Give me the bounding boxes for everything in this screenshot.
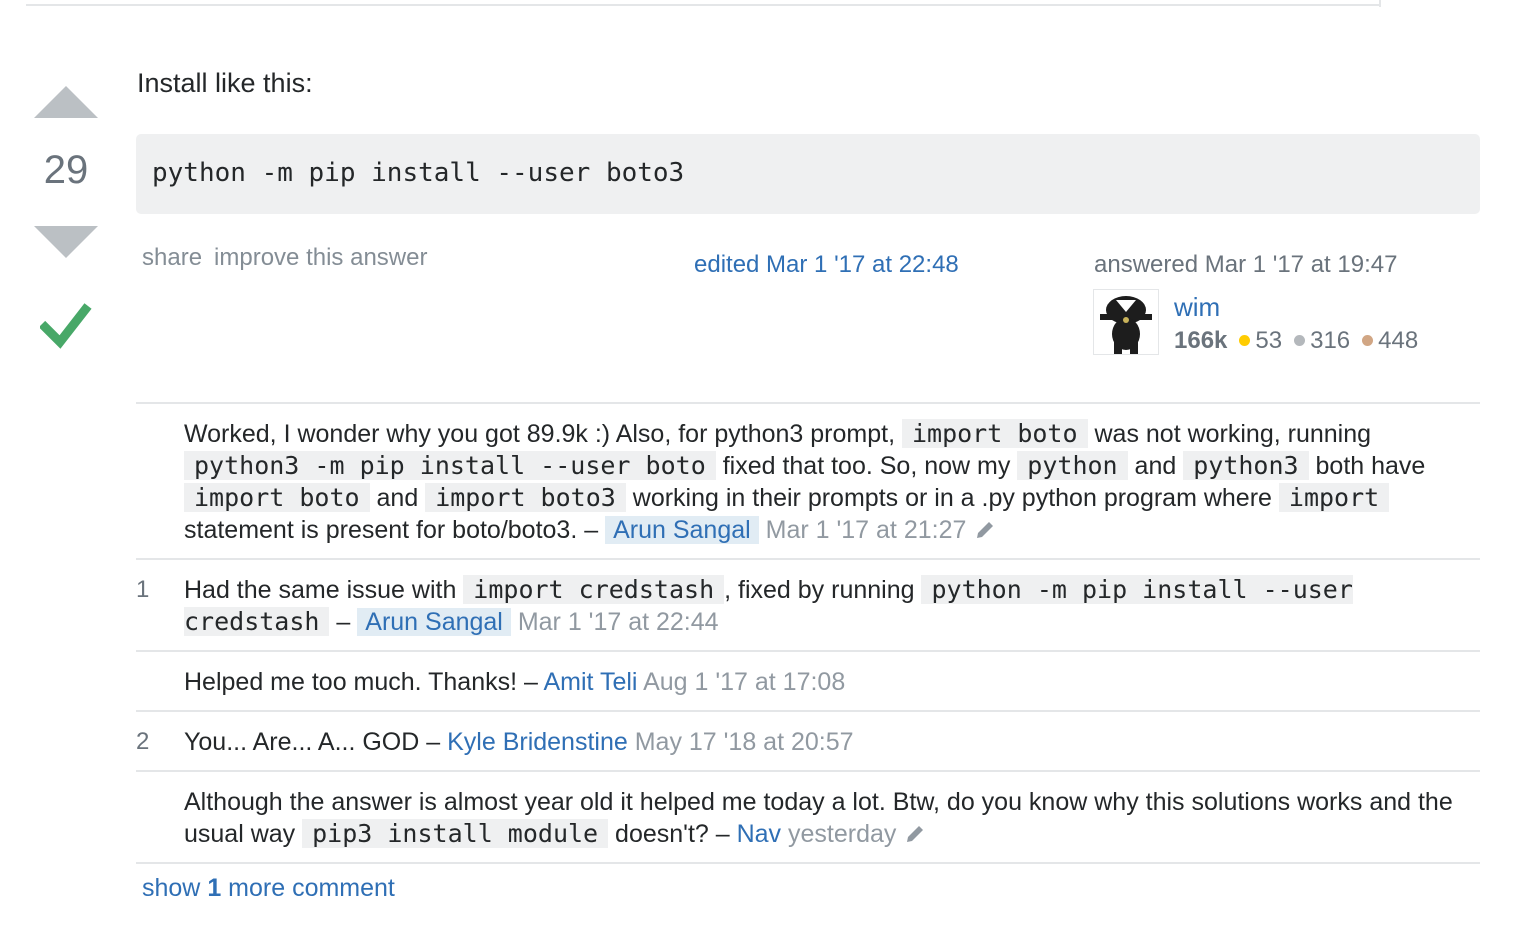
improve-answer-link[interactable]: improve this answer bbox=[214, 244, 427, 271]
comment: 1 Had the same issue with import credsta… bbox=[136, 560, 1480, 652]
inline-code: import boto bbox=[184, 483, 370, 512]
inline-code: import boto bbox=[901, 419, 1088, 448]
bronze-badges: 448 bbox=[1362, 327, 1418, 355]
post-menu: share improve this answer bbox=[142, 244, 427, 272]
inline-code: import bbox=[1278, 483, 1390, 512]
comment: 2 You... Are... A... GOD – Kyle Bridenst… bbox=[136, 712, 1480, 772]
inline-code: pip3 install module bbox=[302, 819, 609, 848]
badger-avatar-icon bbox=[1094, 290, 1158, 354]
top-divider-end bbox=[1379, 0, 1381, 7]
comment-date[interactable]: yesterday bbox=[788, 820, 896, 848]
gold-badges: 53 bbox=[1239, 327, 1282, 355]
comment-date[interactable]: Mar 1 '17 at 22:44 bbox=[518, 608, 719, 636]
comments-list: Worked, I wonder why you got 89.9k :) Al… bbox=[136, 402, 1480, 864]
user-name-link[interactable]: wim bbox=[1174, 292, 1220, 323]
inline-code: python3 -m pip install --user boto bbox=[184, 451, 716, 480]
upvote-arrow-icon[interactable] bbox=[34, 86, 98, 118]
comment-score: 1 bbox=[136, 576, 150, 603]
inline-code: python3 bbox=[1183, 451, 1309, 480]
silver-badges: 316 bbox=[1294, 327, 1350, 355]
comment-date[interactable]: Mar 1 '17 at 21:27 bbox=[766, 516, 967, 544]
gold-badge-icon bbox=[1239, 335, 1251, 346]
comment-date[interactable]: Aug 1 '17 at 17:08 bbox=[643, 668, 845, 696]
reputation-score: 166k bbox=[1174, 327, 1228, 354]
downvote-arrow-icon[interactable] bbox=[34, 226, 98, 258]
comment-user-link[interactable]: Arun Sangal bbox=[357, 608, 511, 636]
silver-badge-icon bbox=[1294, 335, 1306, 346]
inline-code: import boto3 bbox=[425, 483, 626, 512]
inline-code: import credstash bbox=[463, 575, 725, 604]
accepted-checkmark-icon bbox=[40, 303, 92, 349]
user-reputation: 166k 53 316 448 bbox=[1174, 327, 1418, 355]
comment-user-link[interactable]: Nav bbox=[737, 820, 781, 848]
comment: Worked, I wonder why you got 89.9k :) Al… bbox=[136, 404, 1480, 560]
user-avatar[interactable] bbox=[1094, 290, 1158, 354]
pencil-edit-icon bbox=[907, 826, 924, 842]
inline-code: python bbox=[1017, 451, 1128, 480]
top-divider bbox=[26, 4, 1380, 6]
comment: Helped me too much. Thanks! – Amit Teli … bbox=[136, 652, 1480, 712]
answered-timestamp: answered Mar 1 '17 at 19:47 bbox=[1094, 251, 1398, 278]
vote-count: 29 bbox=[43, 148, 89, 192]
comment-user-link[interactable]: Kyle Bridenstine bbox=[447, 728, 628, 756]
pencil-edit-icon bbox=[977, 522, 994, 538]
comment-user-link[interactable]: Arun Sangal bbox=[605, 516, 759, 544]
show-more-comments-link[interactable]: show 1 more comment bbox=[142, 874, 395, 903]
share-link[interactable]: share bbox=[142, 244, 202, 271]
comment: Although the answer is almost year old i… bbox=[136, 772, 1480, 864]
bronze-badge-icon bbox=[1362, 335, 1374, 346]
answer-code-block: python -m pip install --user boto3 bbox=[136, 134, 1480, 214]
comment-user-link[interactable]: Amit Teli bbox=[543, 668, 637, 696]
comment-date[interactable]: May 17 '18 at 20:57 bbox=[635, 728, 854, 756]
answer-intro: Install like this: bbox=[137, 68, 313, 98]
edited-link[interactable]: edited Mar 1 '17 at 22:48 bbox=[694, 251, 959, 279]
comment-score: 2 bbox=[136, 728, 150, 755]
